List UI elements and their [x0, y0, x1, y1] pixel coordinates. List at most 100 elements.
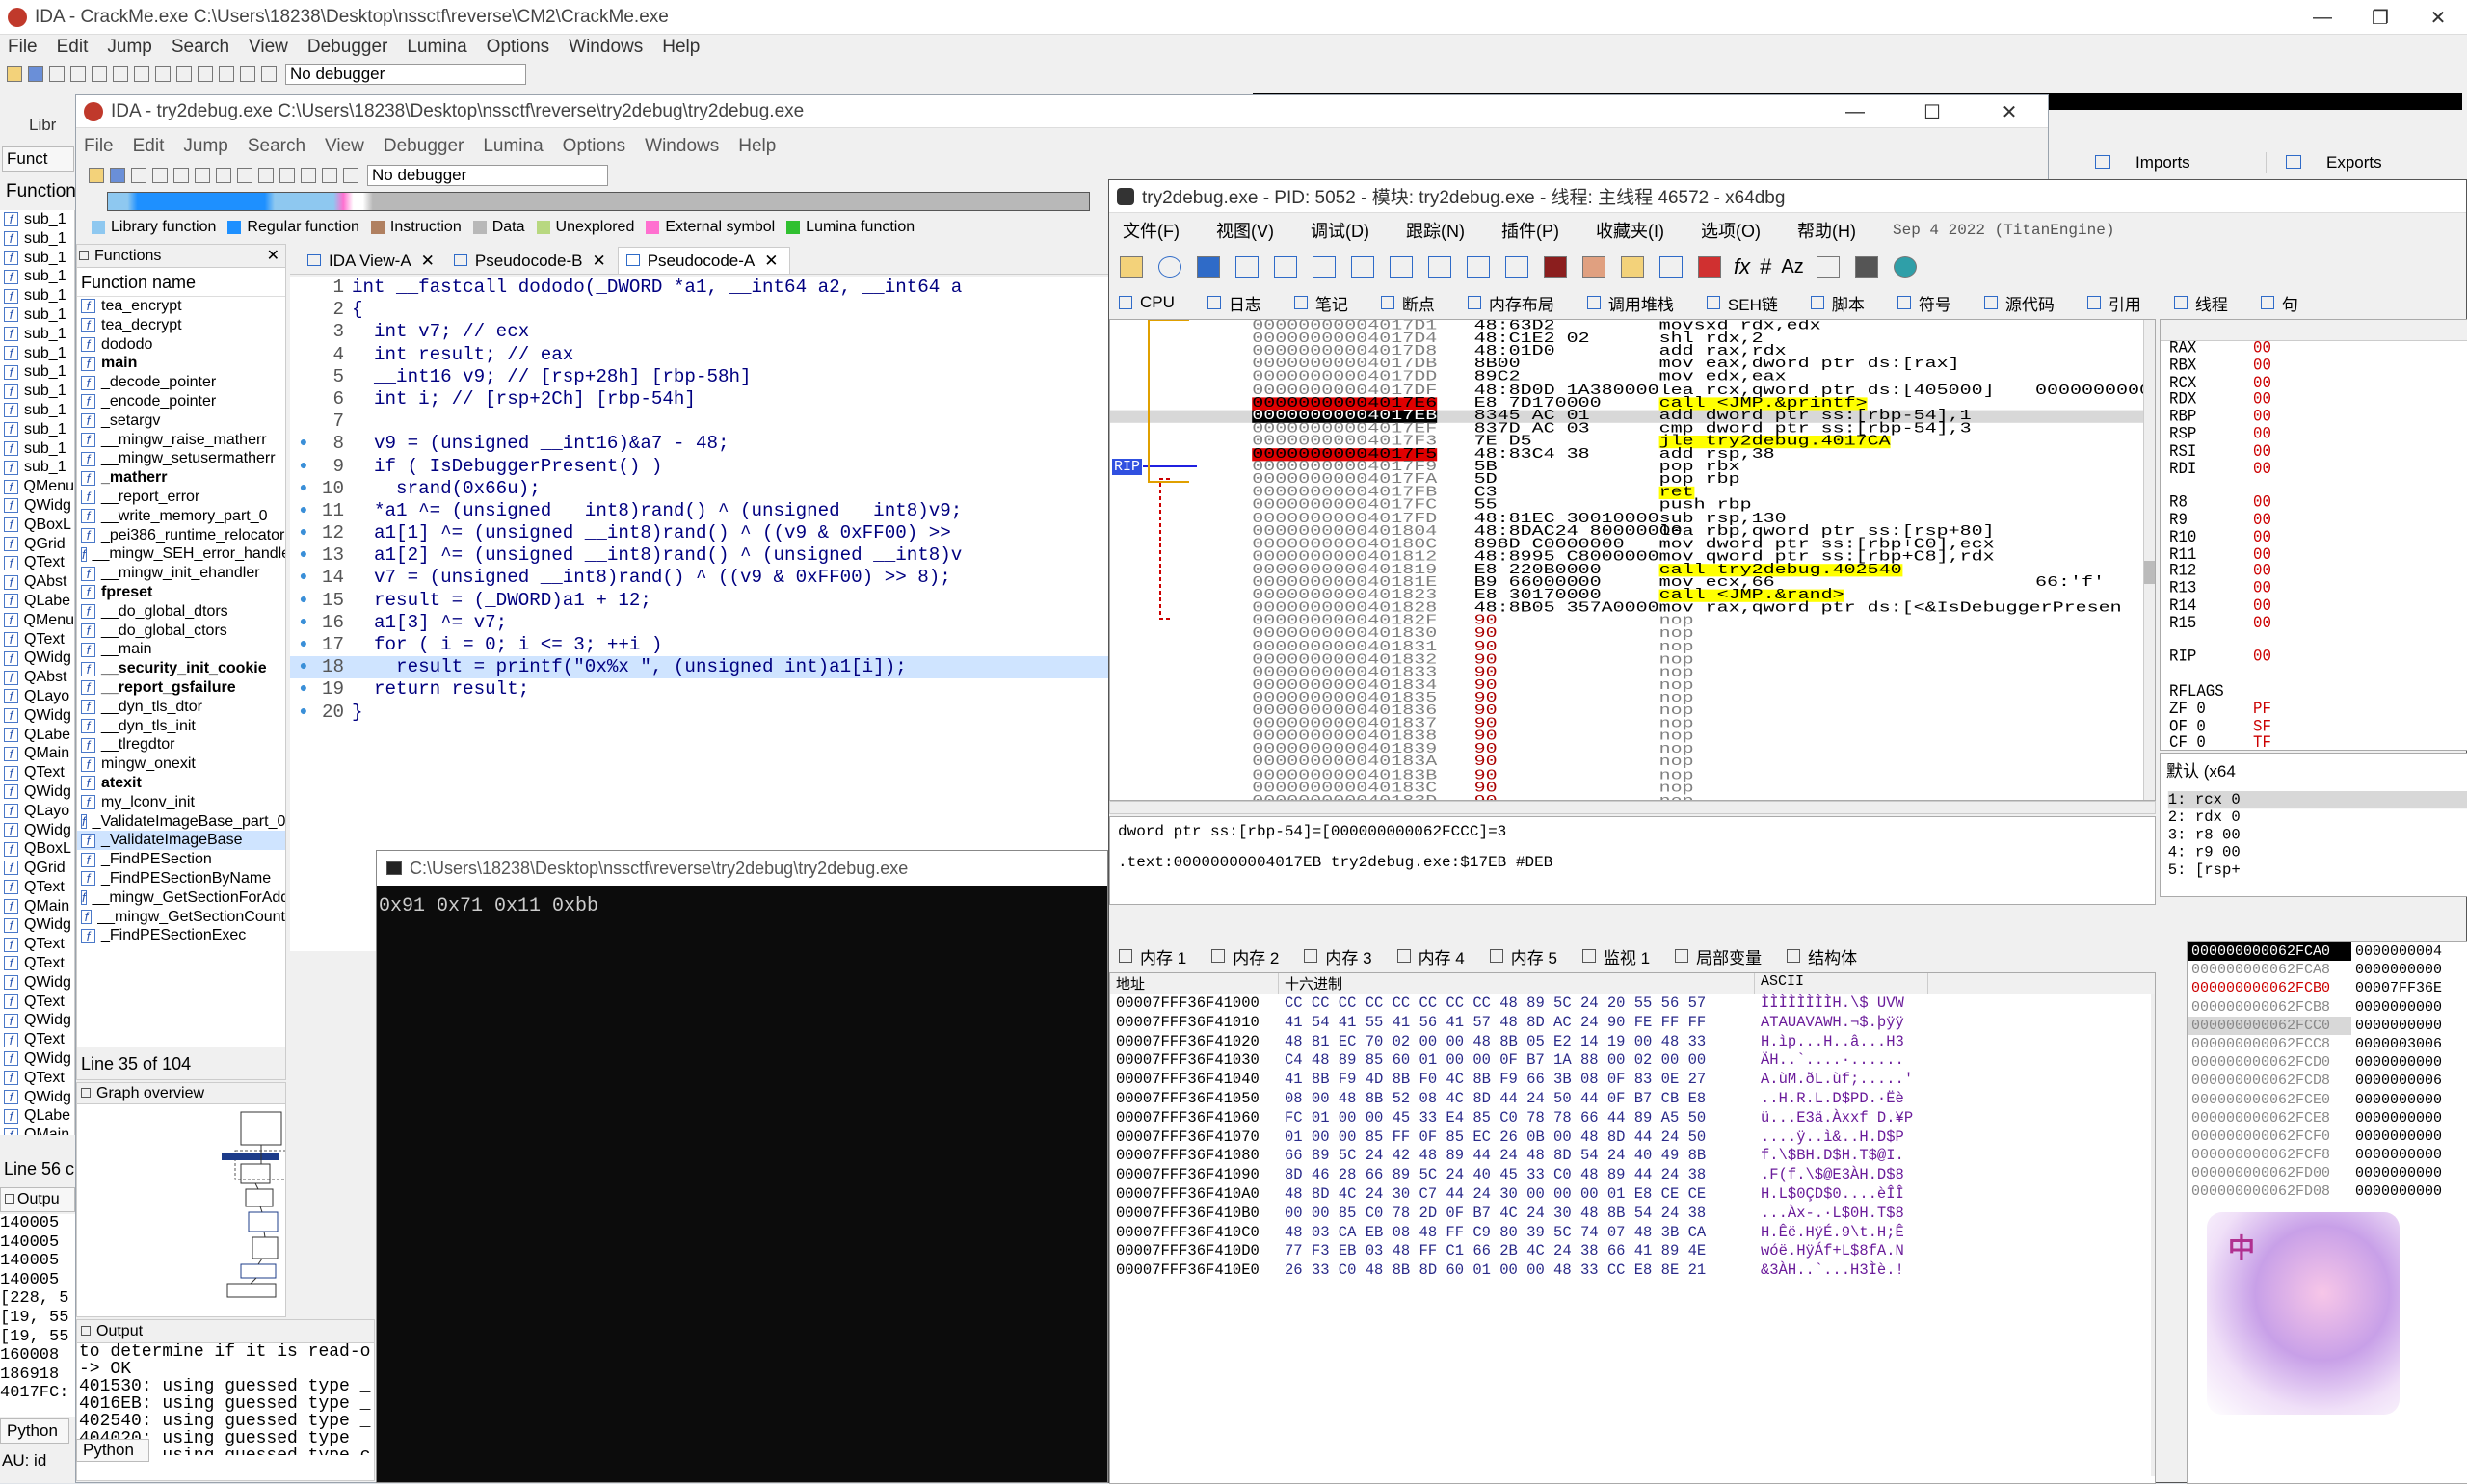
memory-tab[interactable]: 内存 4 [1396, 944, 1465, 968]
dump-scrollbar[interactable] [2151, 994, 2155, 1476]
breakpoint-dot[interactable] [290, 366, 317, 388]
breakpoint-dot[interactable]: ● [290, 634, 317, 656]
call-arg[interactable]: 3: r8 00 [2168, 826, 2467, 843]
back-function-item[interactable]: f QWidg [0, 496, 74, 516]
dbg-tab[interactable]: 日志 [1207, 291, 1261, 315]
back-function-item[interactable]: f QAbst [0, 668, 74, 687]
register-row[interactable]: RSP 00 [2169, 427, 2467, 444]
dump-row[interactable]: 00007FFF36F410D0 77 F3 EB 03 48 FF C1 66 … [1110, 1242, 2155, 1261]
breakpoint-dot[interactable]: ● [290, 612, 317, 634]
dbg-tab[interactable]: 句 [2260, 291, 2298, 315]
play-icon[interactable] [301, 168, 316, 183]
menu-jump[interactable]: Jump [107, 37, 151, 58]
stop-icon[interactable] [261, 66, 277, 82]
func-icon[interactable] [198, 66, 213, 82]
dump-row[interactable]: 00007FFF36F410A0 48 8D 4C 24 30 C7 44 24 … [1110, 1185, 2155, 1205]
back-function-item[interactable]: f QMenu [0, 611, 74, 630]
function-fx-icon[interactable]: fx [1734, 254, 1750, 279]
function-item[interactable]: f __mingw_GetSectionForAddress [77, 888, 285, 908]
tab-ida-view-a[interactable]: IDA View-A ✕ [300, 249, 446, 274]
function-item[interactable]: f _ValidateImageBase_part_0 [77, 812, 285, 832]
menu-debugger[interactable]: Debugger [384, 136, 464, 157]
code-line[interactable]: 4 int result; // eax [290, 344, 1177, 366]
register-row[interactable]: RDX 00 [2169, 392, 2467, 410]
forward-icon[interactable] [152, 168, 168, 183]
dbg-tab[interactable]: 源代码 [1983, 291, 2055, 315]
register-row[interactable]: ZF 0 PF [2169, 702, 2467, 719]
struct-icon[interactable] [155, 66, 171, 82]
dump-row[interactable]: 00007FFF36F41010 41 54 41 55 41 56 41 57 … [1110, 1014, 2155, 1033]
function-item[interactable]: f _decode_pointer [77, 373, 285, 392]
breakpoint-dot[interactable]: ● [290, 702, 317, 724]
function-item[interactable]: f __security_init_cookie [77, 659, 285, 678]
stack-row[interactable]: 000000000062FCE0 0000000000 [2188, 1091, 2467, 1109]
pause-icon[interactable] [240, 66, 255, 82]
debugger-select[interactable]: No debugger [367, 165, 608, 186]
menu-edit[interactable]: Edit [133, 136, 165, 157]
back-function-item[interactable]: f QText [0, 935, 74, 954]
dump-view[interactable]: 地址 十六进制 ASCII 00007FFF36F41000 CC CC CC C… [1109, 972, 2156, 1484]
panel-close-icon[interactable]: ✕ [267, 245, 279, 268]
graph-icon[interactable] [113, 66, 128, 82]
code-line[interactable]: ● 16 a1[3] ^= v7; [290, 612, 1177, 634]
register-row[interactable]: OF 0 SF [2169, 719, 2467, 736]
stack-row[interactable]: 000000000062FD00 0000000000 [2188, 1164, 2467, 1182]
dump-row[interactable]: 00007FFF36F410B0 00 00 85 C0 78 2D 0F B7 … [1110, 1205, 2155, 1224]
breakpoint-dot[interactable]: ● [290, 456, 317, 478]
back-function-item[interactable]: f QLabe [0, 726, 74, 745]
back-function-item[interactable]: f sub_1 [0, 344, 74, 363]
function-item[interactable]: f __mingw_setusermatherr [77, 449, 285, 468]
struct-icon[interactable] [237, 168, 252, 183]
menu-help[interactable]: Help [662, 37, 700, 58]
imports-tab[interactable]: Imports [2093, 152, 2267, 173]
function-item[interactable]: f __dyn_tls_init [77, 717, 285, 736]
dbg-tab[interactable]: 笔记 [1293, 291, 1348, 315]
tab-close-icon[interactable]: ✕ [421, 252, 435, 270]
menu-windows[interactable]: Windows [645, 136, 719, 157]
function-item[interactable]: f main [77, 354, 285, 373]
dump-row[interactable]: 00007FFF36F41000 CC CC CC CC CC CC CC CC … [1110, 994, 2155, 1014]
function-item[interactable]: f _FindPESection [77, 850, 285, 869]
back-function-item[interactable]: f QWidg [0, 821, 74, 840]
breakpoint-dot[interactable]: ● [290, 590, 317, 612]
register-row[interactable]: R8 00 [2169, 495, 2467, 513]
bookmark-icon[interactable] [1698, 256, 1721, 278]
breakpoint-dot[interactable]: ● [290, 433, 317, 455]
register-row[interactable]: RAX 00 [2169, 341, 2467, 358]
code-line[interactable]: 6 int i; // [rsp+2Ch] [rbp-54h] [290, 388, 1177, 411]
function-item[interactable]: f _setargv [77, 411, 285, 431]
ida-back-python-tab[interactable]: Python [0, 1418, 69, 1444]
back-icon[interactable] [49, 66, 65, 82]
run-icon[interactable] [1235, 256, 1259, 278]
globe-icon[interactable] [1893, 256, 1917, 278]
dbg-tab[interactable]: 断点 [1380, 291, 1435, 315]
back-function-item[interactable]: f QLabe [0, 592, 74, 611]
register-row[interactable]: R10 00 [2169, 530, 2467, 547]
register-row[interactable]: RSI 00 [2169, 444, 2467, 462]
run-to-user-code-icon[interactable] [1505, 256, 1528, 278]
menu-options[interactable]: 选项(O) [1701, 218, 1761, 243]
back-function-item[interactable]: f QMenu [0, 477, 74, 496]
menu-search[interactable]: Search [248, 136, 305, 157]
back-function-item[interactable]: f QBoxL [0, 839, 74, 859]
dump-row[interactable]: 00007FFF36F410E0 26 33 C0 48 8B 8D 60 01 … [1110, 1261, 2155, 1281]
disasm-scrollbar[interactable] [2143, 320, 2155, 800]
code-line[interactable]: ● 8 v9 = (unsigned __int16)&a7 - 48; [290, 433, 1177, 455]
memory-tab[interactable]: 内存 2 [1211, 944, 1279, 968]
back-function-item[interactable]: f sub_1 [0, 286, 74, 305]
trace-over-icon[interactable] [1428, 256, 1451, 278]
function-item[interactable]: f __tlregdtor [77, 735, 285, 755]
code-line[interactable]: ● 15 result = (_DWORD)a1 + 12; [290, 590, 1177, 612]
dbg-tab[interactable]: 脚本 [1810, 291, 1865, 315]
open-icon[interactable] [7, 66, 22, 82]
stack-row[interactable]: 000000000062FCD0 0000000000 [2188, 1053, 2467, 1072]
breakpoint-dot[interactable] [290, 321, 317, 343]
stack-row[interactable]: 000000000062FCB0 00007FF36E [2188, 979, 2467, 997]
dump-header-address[interactable]: 地址 [1110, 973, 1279, 994]
code-line[interactable]: ● 17 for ( i = 0; i <= 3; ++i ) [290, 634, 1177, 656]
play-icon[interactable] [219, 66, 234, 82]
breakpoint-dot[interactable]: ● [290, 678, 317, 701]
stack-view[interactable]: 000000000062FCA0 0000000004 000000000062FC… [2187, 941, 2467, 1484]
tab-close-icon[interactable]: ✕ [764, 252, 778, 270]
register-row[interactable]: RCX 00 [2169, 376, 2467, 393]
